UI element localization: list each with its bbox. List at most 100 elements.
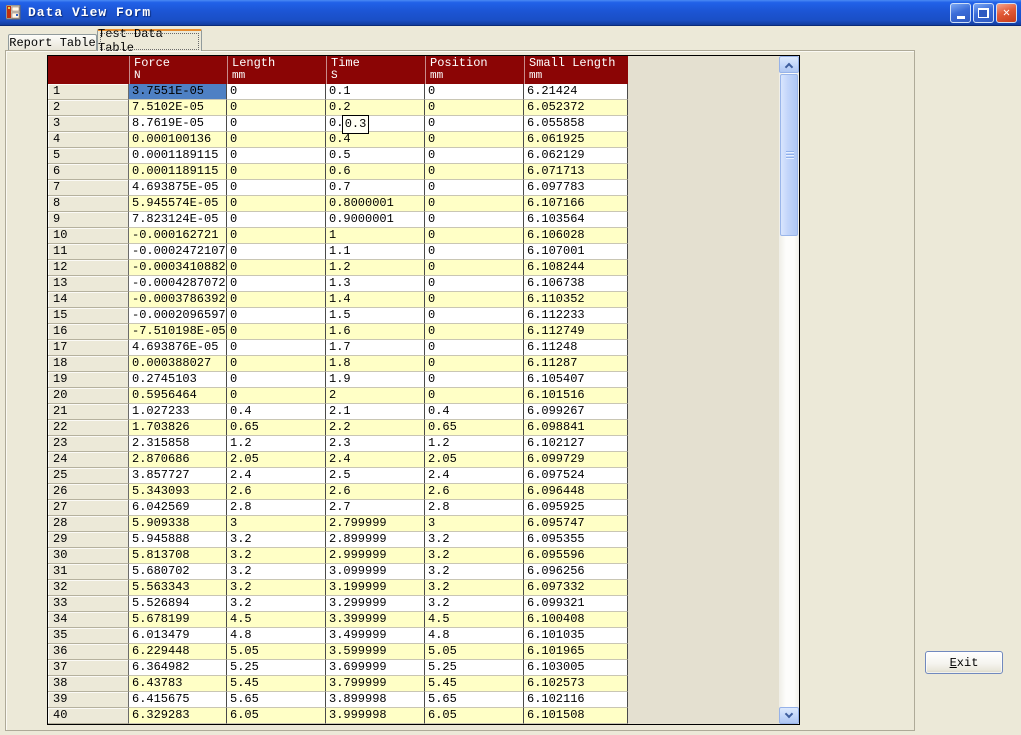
cell[interactable]: 6.101035 [524, 628, 628, 644]
cell[interactable]: 1.6 [326, 324, 425, 340]
cell[interactable]: 0 [425, 100, 524, 116]
cell[interactable]: 0.5 [326, 148, 425, 164]
cell[interactable]: 1.2 [227, 436, 326, 452]
cell[interactable]: 0.4 [425, 404, 524, 420]
cell[interactable]: 6.096448 [524, 484, 628, 500]
cell[interactable]: 6.099321 [524, 596, 628, 612]
cell[interactable]: 0 [425, 196, 524, 212]
row-number[interactable]: 2 [48, 100, 129, 116]
cell[interactable]: 2.3 [326, 436, 425, 452]
cell[interactable]: 6.102573 [524, 676, 628, 692]
cell[interactable]: 3.2 [425, 580, 524, 596]
cell[interactable]: 3.7551E-05 [129, 84, 227, 100]
row-number[interactable]: 23 [48, 436, 129, 452]
cell[interactable]: 5.45 [425, 676, 524, 692]
cell[interactable]: 1.1 [326, 244, 425, 260]
row-number[interactable]: 33 [48, 596, 129, 612]
row-number[interactable]: 10 [48, 228, 129, 244]
cell[interactable]: 5.45 [227, 676, 326, 692]
cell[interactable]: 2.4 [227, 468, 326, 484]
cell[interactable]: 4.693876E-05 [129, 340, 227, 356]
cell[interactable]: 0.000100136 [129, 132, 227, 148]
cell[interactable]: 6.105407 [524, 372, 628, 388]
cell[interactable]: 0 [425, 116, 524, 132]
cell[interactable]: 2.2 [326, 420, 425, 436]
cell[interactable]: 2.899999 [326, 532, 425, 548]
cell[interactable]: 6.099729 [524, 452, 628, 468]
cell[interactable]: 6.329283 [129, 708, 227, 724]
cell[interactable]: 6.106028 [524, 228, 628, 244]
cell[interactable]: 3.2 [425, 548, 524, 564]
cell[interactable]: 0 [227, 324, 326, 340]
cell[interactable]: 0.65 [425, 420, 524, 436]
cell[interactable]: 3.2 [227, 580, 326, 596]
cell[interactable]: 3.857727 [129, 468, 227, 484]
cell[interactable]: 1.3 [326, 276, 425, 292]
cell[interactable]: 6.107166 [524, 196, 628, 212]
app-icon[interactable] [6, 5, 22, 21]
cell[interactable]: 6.096256 [524, 564, 628, 580]
cell[interactable]: 2.4 [326, 452, 425, 468]
cell[interactable]: 2.6 [227, 484, 326, 500]
cell[interactable]: 1.4 [326, 292, 425, 308]
cell[interactable]: 0 [227, 84, 326, 100]
tab-report-table[interactable]: Report Table [8, 34, 97, 50]
cell[interactable]: 0.5956464 [129, 388, 227, 404]
cell[interactable]: 4.8 [425, 628, 524, 644]
cell[interactable]: 0.4 [227, 404, 326, 420]
cell[interactable]: 0.6 [326, 164, 425, 180]
cell[interactable]: 0.0001189115 [129, 148, 227, 164]
cell[interactable]: 6.095596 [524, 548, 628, 564]
row-number[interactable]: 30 [48, 548, 129, 564]
cell[interactable]: 2.999999 [326, 548, 425, 564]
cell[interactable]: 3.499999 [326, 628, 425, 644]
cell[interactable]: 2.6 [425, 484, 524, 500]
cell[interactable]: 2.7 [326, 500, 425, 516]
row-number[interactable]: 35 [48, 628, 129, 644]
cell[interactable]: 2 [326, 388, 425, 404]
cell[interactable]: 5.65 [227, 692, 326, 708]
cell[interactable]: 0 [227, 276, 326, 292]
cell[interactable]: 6.061925 [524, 132, 628, 148]
cell[interactable]: 1.5 [326, 308, 425, 324]
cell[interactable]: 3.799999 [326, 676, 425, 692]
cell[interactable]: -7.510198E-05 [129, 324, 227, 340]
cell[interactable]: 0 [425, 292, 524, 308]
cell[interactable]: 0 [425, 164, 524, 180]
cell[interactable]: 0 [227, 356, 326, 372]
cell[interactable]: 6.095747 [524, 516, 628, 532]
cell[interactable]: -0.0002096597 [129, 308, 227, 324]
cell[interactable]: 2.4 [425, 468, 524, 484]
row-number[interactable]: 5 [48, 148, 129, 164]
cell[interactable]: 0 [227, 372, 326, 388]
cell[interactable]: 1.7 [326, 340, 425, 356]
row-number[interactable]: 21 [48, 404, 129, 420]
cell[interactable]: 6.229448 [129, 644, 227, 660]
cell[interactable]: 5.25 [227, 660, 326, 676]
row-number[interactable]: 11 [48, 244, 129, 260]
cell[interactable]: 1.2 [425, 436, 524, 452]
row-number[interactable]: 36 [48, 644, 129, 660]
cell[interactable]: 6.013479 [129, 628, 227, 644]
cell[interactable]: 6.103564 [524, 212, 628, 228]
row-number[interactable]: 4 [48, 132, 129, 148]
cell[interactable]: 0 [425, 180, 524, 196]
column-header-small-length[interactable]: Small Lengthmm [524, 56, 628, 84]
cell[interactable]: 6.101965 [524, 644, 628, 660]
cell[interactable]: 2.870686 [129, 452, 227, 468]
cell[interactable]: 3.399999 [326, 612, 425, 628]
row-number[interactable]: 27 [48, 500, 129, 516]
cell[interactable]: 0 [227, 196, 326, 212]
scroll-down-button[interactable] [779, 707, 799, 724]
cell[interactable]: 0 [227, 308, 326, 324]
cell[interactable]: 3.2 [227, 548, 326, 564]
cell[interactable]: 5.05 [425, 644, 524, 660]
cell[interactable]: 3.2 [227, 596, 326, 612]
cell[interactable]: 3.699999 [326, 660, 425, 676]
cell[interactable]: 6.099267 [524, 404, 628, 420]
row-number[interactable]: 15 [48, 308, 129, 324]
cell[interactable]: 6.095355 [524, 532, 628, 548]
cell[interactable]: 0 [227, 100, 326, 116]
cell[interactable]: 2.8 [227, 500, 326, 516]
cell[interactable]: 3.2 [425, 532, 524, 548]
